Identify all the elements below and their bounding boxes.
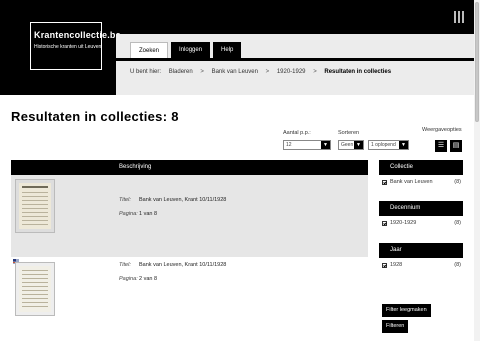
tab-inloggen[interactable]: Inloggen [171,42,211,58]
page-key: Pagina: [119,276,138,282]
sort-field-value: Geen [341,142,354,148]
checkbox-checked-icon[interactable] [382,263,387,268]
breadcrumb-item-collection[interactable]: Bank van Leuven [212,69,258,75]
results-column-header: Beschrijving [11,160,368,175]
facet-jaar: Jaar 1928 (8) [379,243,463,273]
result-page: 1 van 8 [139,211,158,217]
sort-label: Sorteren [338,130,360,136]
page-title: Resultaten in collecties: 8 [11,109,179,124]
facet-item-count: (8) [454,179,461,185]
breadcrumb-separator: > [265,69,270,75]
per-page-label: Aantal p.p.: [283,130,311,136]
sort-field-select[interactable]: Geen ▼ [338,140,364,150]
title-key: Titel: [119,197,131,203]
chevron-down-icon: ▼ [354,141,363,149]
breadcrumb-current: Resultaten in collecties [324,69,392,75]
grid-view-icon[interactable]: ▤ [450,140,462,152]
newspaper-thumbnail[interactable] [15,262,55,316]
view-options-label: Weergaveopties [422,127,462,133]
sort-order-select[interactable]: 1 oplopend ▼ [368,140,409,150]
result-meta: Titel: Bank van Leuven, Krant 10/11/1928 … [119,262,226,290]
logo-tagline: Historische kranten uit Leuven [34,44,102,50]
facet-item[interactable]: 1928 (8) [379,258,463,273]
sort-order-value: 1 oplopend [371,142,396,148]
tab-help[interactable]: Help [213,42,242,58]
results-table: Beschrijving Titel: Bank van Leuven, Kran [11,160,368,341]
breadcrumb-item-bladeren[interactable]: Bladeren [169,69,193,75]
result-title[interactable]: Bank van Leuven, Krant 10/11/1928 [139,262,226,268]
per-page-value: 12 [286,142,292,148]
main-tabs: Zoeken Inloggen Help [130,42,244,58]
checkbox-checked-icon[interactable] [382,221,387,226]
facet-item-count: (8) [454,262,461,268]
result-meta: Titel: Bank van Leuven, Krant 10/11/1928 … [119,197,226,225]
breadcrumb-separator: > [200,69,204,75]
result-row[interactable]: Titel: Bank van Leuven, Krant 10/11/1928 … [11,175,368,264]
facet-item-label: Bank van Leuven [390,179,433,185]
tab-underline [116,58,474,61]
breadcrumb: U bent hier: Bladeren > Bank van Leuven … [130,69,397,75]
result-row[interactable]: Titel: Bank van Leuven, Krant 10/11/1928 … [11,258,368,341]
tab-zoeken[interactable]: Zoeken [130,42,169,58]
facet-item-label: 1920-1929 [390,220,417,226]
result-title[interactable]: Bank van Leuven, Krant 10/11/1928 [139,197,226,203]
facet-collectie: Collectie Bank van Leuven (8) [379,160,463,190]
page-scrollbar[interactable] [474,0,480,341]
facet-title: Collectie [379,160,463,175]
clear-filters-button[interactable]: Filter leegmaken [382,304,431,317]
facet-title: Decennium [379,201,463,216]
logo-name: Krantencollectie.be [34,30,121,40]
newspaper-thumbnail[interactable] [15,179,55,233]
page-key: Pagina: [119,211,138,217]
apply-filters-button[interactable]: Filteren [382,320,409,333]
chevron-down-icon: ▼ [399,141,408,149]
site-logo[interactable]: Krantencollectie.be Historische kranten … [30,22,121,70]
facet-item[interactable]: 1920-1929 (8) [379,216,463,231]
breadcrumb-item-decade[interactable]: 1920-1929 [277,69,306,75]
scrollbar-thumb[interactable] [475,2,479,122]
breadcrumb-separator: > [313,69,317,75]
result-page: 2 van 8 [139,276,158,282]
facet-decennium: Decennium 1920-1929 (8) [379,201,463,231]
logo-block: Krantencollectie.be Historische kranten … [0,0,121,95]
facet-item[interactable]: Bank van Leuven (8) [379,175,463,190]
hamburger-menu-icon[interactable] [454,11,464,23]
title-key: Titel: [119,262,131,268]
breadcrumb-prefix: U bent hier: [130,69,162,75]
facet-item-count: (8) [454,220,461,226]
facet-item-label: 1928 [390,262,403,268]
checkbox-checked-icon[interactable] [382,180,387,185]
facet-title: Jaar [379,243,463,258]
per-page-select[interactable]: 12 ▼ [283,140,331,150]
chevron-down-icon: ▼ [321,141,330,149]
list-view-icon[interactable]: ☰ [435,140,447,152]
